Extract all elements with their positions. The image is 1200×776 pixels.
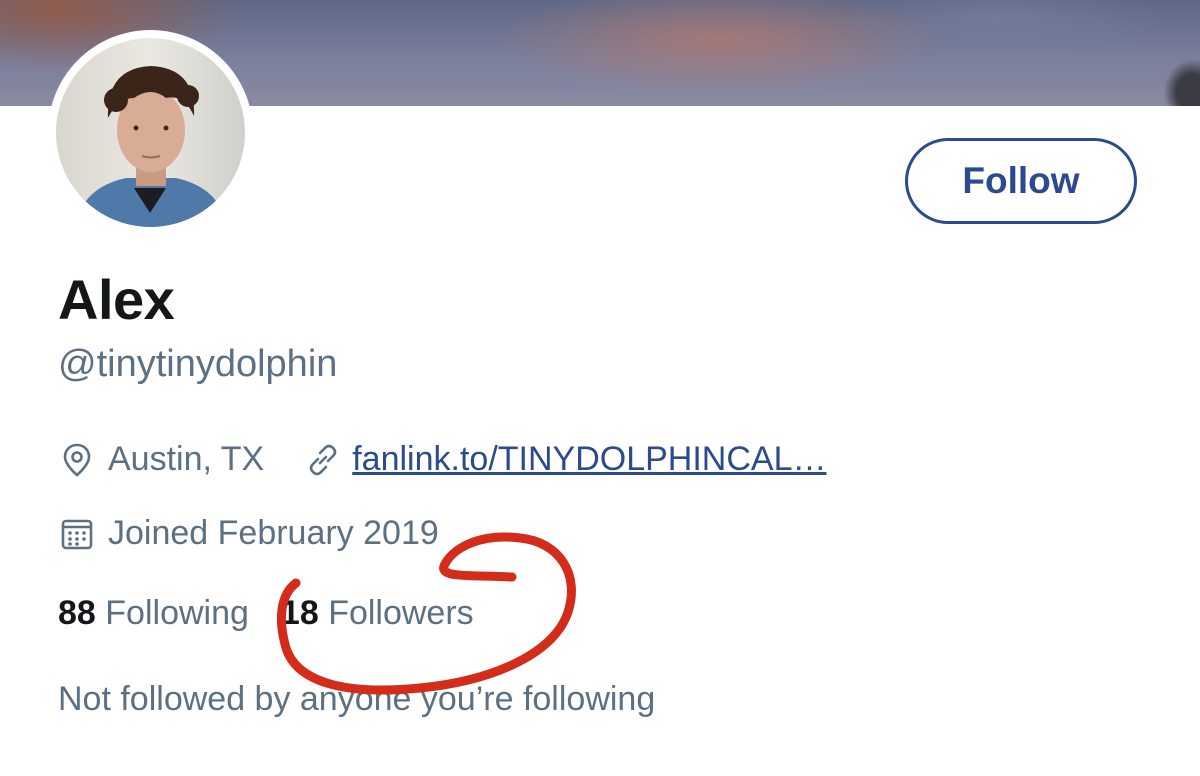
avatar-photo	[56, 38, 245, 227]
social-context-text: Not followed by anyone you’re following	[58, 680, 656, 718]
followers-count: 18	[280, 594, 319, 632]
location-text: Austin, TX	[108, 440, 265, 478]
location-website-row: Austin, TX fanlink.to/TINYDOLPHINCAL…	[58, 440, 827, 479]
website-link[interactable]: fanlink.to/TINYDOLPHINCAL…	[352, 440, 826, 479]
avatar-portrait	[76, 66, 226, 227]
followers-stat[interactable]: 18 Followers	[281, 594, 474, 633]
following-stat[interactable]: 88 Following	[58, 594, 249, 633]
banner-tree-silhouette	[1164, 60, 1200, 106]
joined-date: Joined February 2019	[108, 514, 439, 552]
profile-handle: @tinytinydolphin	[58, 343, 338, 385]
follow-button[interactable]: Follow	[905, 138, 1137, 224]
profile-name: Alex	[58, 268, 175, 331]
calendar-icon	[58, 515, 96, 553]
joined-row: Joined February 2019	[58, 514, 439, 553]
followers-label: Followers	[328, 594, 474, 632]
following-label: Following	[105, 594, 249, 632]
follow-stats: 88 Following 18 Followers	[58, 594, 474, 633]
avatar[interactable]	[48, 30, 253, 235]
link-icon	[304, 441, 342, 479]
map-pin-icon	[58, 441, 96, 479]
following-count: 88	[58, 594, 96, 632]
